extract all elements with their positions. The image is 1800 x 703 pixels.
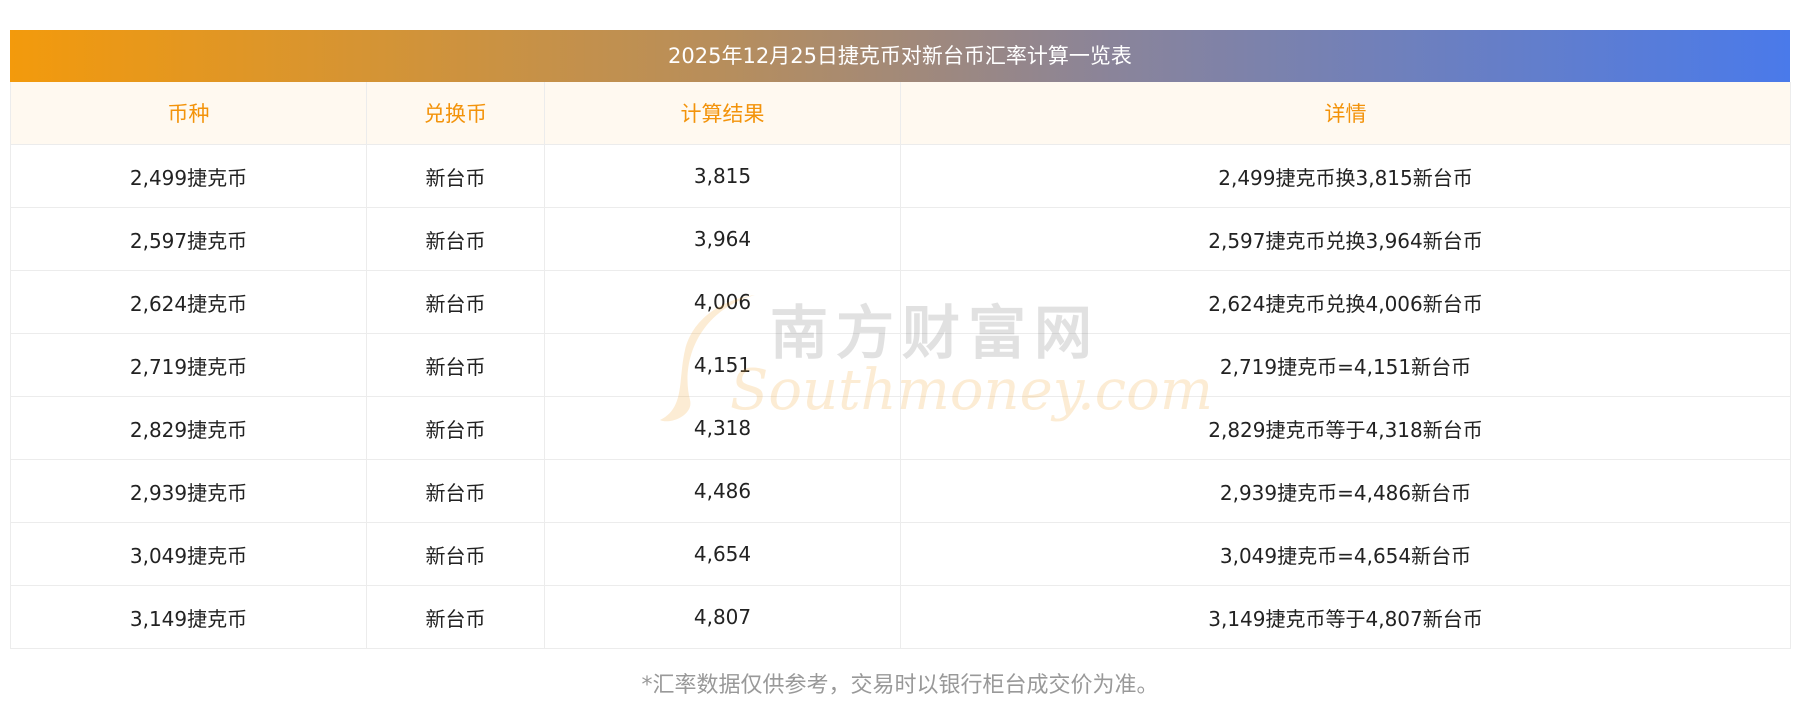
column-header-currency: 币种 [10,82,367,145]
table-row: 2,719捷克币 新台币 4,151 2,719捷克币=4,151新台币 [10,333,1791,397]
cell-target: 新台币 [366,144,545,208]
column-header-details: 详情 [900,82,1791,145]
cell-currency: 2,829捷克币 [10,396,367,460]
table-row: 2,624捷克币 新台币 4,006 2,624捷克币兑换4,006新台币 [10,270,1791,334]
cell-details: 2,624捷克币兑换4,006新台币 [900,270,1791,334]
cell-target: 新台币 [366,270,545,334]
cell-target: 新台币 [366,333,545,397]
cell-result: 4,654 [544,522,901,586]
cell-details: 2,829捷克币等于4,318新台币 [900,396,1791,460]
cell-currency: 2,939捷克币 [10,459,367,523]
cell-currency: 2,597捷克币 [10,207,367,271]
cell-target: 新台币 [366,585,545,649]
cell-currency: 2,499捷克币 [10,144,367,208]
cell-details: 2,939捷克币=4,486新台币 [900,459,1791,523]
cell-result: 4,807 [544,585,901,649]
table-row: 2,829捷克币 新台币 4,318 2,829捷克币等于4,318新台币 [10,396,1791,460]
table-row: 2,499捷克币 新台币 3,815 2,499捷克币换3,815新台币 [10,144,1791,208]
table-row: 2,939捷克币 新台币 4,486 2,939捷克币=4,486新台币 [10,459,1791,523]
cell-target: 新台币 [366,459,545,523]
exchange-rate-table: 币种 兑换币 计算结果 详情 2,499捷克币 新台币 3,815 2,499捷… [10,82,1791,649]
cell-result: 4,151 [544,333,901,397]
cell-result: 3,964 [544,207,901,271]
cell-details: 3,149捷克币等于4,807新台币 [900,585,1791,649]
cell-currency: 2,719捷克币 [10,333,367,397]
cell-result: 3,815 [544,144,901,208]
rate-table-card: 2025年12月25日捷克币对新台币汇率计算一览表 币种 兑换币 计算结果 详情… [10,30,1791,703]
cell-target: 新台币 [366,522,545,586]
cell-currency: 3,049捷克币 [10,522,367,586]
table-title: 2025年12月25日捷克币对新台币汇率计算一览表 [10,30,1790,82]
cell-details: 3,049捷克币=4,654新台币 [900,522,1791,586]
column-header-result: 计算结果 [544,82,901,145]
cell-target: 新台币 [366,396,545,460]
table-row: 3,049捷克币 新台币 4,654 3,049捷克币=4,654新台币 [10,522,1791,586]
disclaimer-footnote: *汇率数据仅供参考，交易时以银行柜台成交价为准。 [641,673,1159,698]
header-row: 币种 兑换币 计算结果 详情 [10,82,1791,145]
column-header-target-currency: 兑换币 [366,82,545,145]
table-row: 2,597捷克币 新台币 3,964 2,597捷克币兑换3,964新台币 [10,207,1791,271]
cell-result: 4,486 [544,459,901,523]
cell-currency: 3,149捷克币 [10,585,367,649]
cell-details: 2,499捷克币换3,815新台币 [900,144,1791,208]
cell-details: 2,719捷克币=4,151新台币 [900,333,1791,397]
table-row: 3,149捷克币 新台币 4,807 3,149捷克币等于4,807新台币 [10,585,1791,649]
cell-result: 4,318 [544,396,901,460]
cell-target: 新台币 [366,207,545,271]
cell-currency: 2,624捷克币 [10,270,367,334]
cell-result: 4,006 [544,270,901,334]
cell-details: 2,597捷克币兑换3,964新台币 [900,207,1791,271]
